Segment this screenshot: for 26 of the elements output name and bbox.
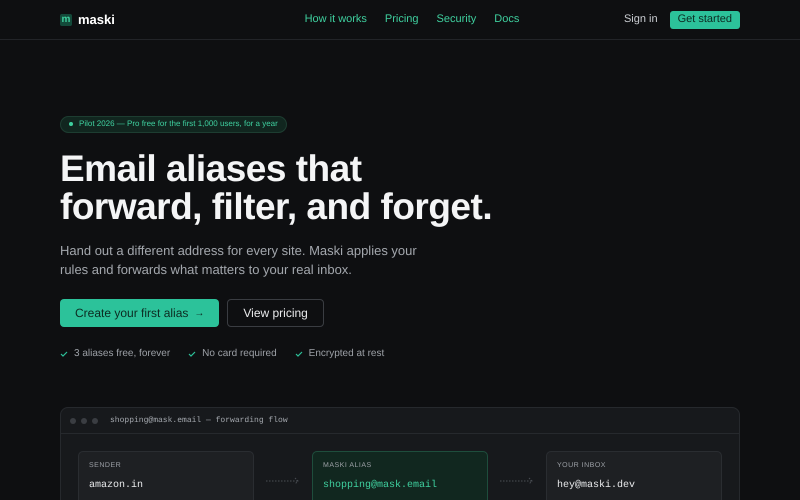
view-pricing-button[interactable]: View pricing bbox=[227, 299, 324, 327]
hero-headline: Email aliases that forward, filter, and forget. bbox=[60, 150, 494, 226]
nav-link[interactable]: Security bbox=[436, 11, 476, 28]
create-alias-button[interactable]: Create your first alias → bbox=[60, 299, 220, 327]
nav-link[interactable]: How it works bbox=[304, 11, 367, 28]
hero-subtitle: Hand out a different address for every site. Maski applies your rules and forwards what matters to your real inbox. bbox=[60, 242, 418, 279]
window-dots-icon bbox=[70, 418, 98, 424]
card-value: amazon.in bbox=[89, 478, 144, 492]
feature-text: 3 aliases free, forever bbox=[74, 347, 170, 361]
check-icon bbox=[294, 350, 303, 356]
get-started-button[interactable]: Get started bbox=[670, 10, 740, 28]
nav-link[interactable]: Docs bbox=[494, 11, 520, 28]
feature-text: Encrypted at rest bbox=[308, 347, 384, 361]
badge-text: Pilot 2026 — Pro free for the first 1,000 users, for a year bbox=[79, 118, 278, 130]
arrow-icon bbox=[500, 478, 533, 484]
check-icon bbox=[188, 350, 196, 356]
card-value: shopping@mask.email bbox=[323, 478, 438, 492]
card-value: hey@maski.dev bbox=[557, 478, 636, 492]
feature-text: No card required bbox=[202, 347, 277, 361]
nav-link[interactable]: Pricing bbox=[384, 11, 419, 28]
arrow-icon bbox=[266, 478, 299, 484]
logo-mark: m bbox=[60, 14, 72, 26]
sign-in-link[interactable]: Sign in bbox=[624, 11, 658, 28]
check-icon bbox=[60, 350, 68, 356]
panel-title: shopping@mask.email — forwarding flow bbox=[110, 414, 288, 426]
brand-name: maski bbox=[78, 10, 115, 29]
